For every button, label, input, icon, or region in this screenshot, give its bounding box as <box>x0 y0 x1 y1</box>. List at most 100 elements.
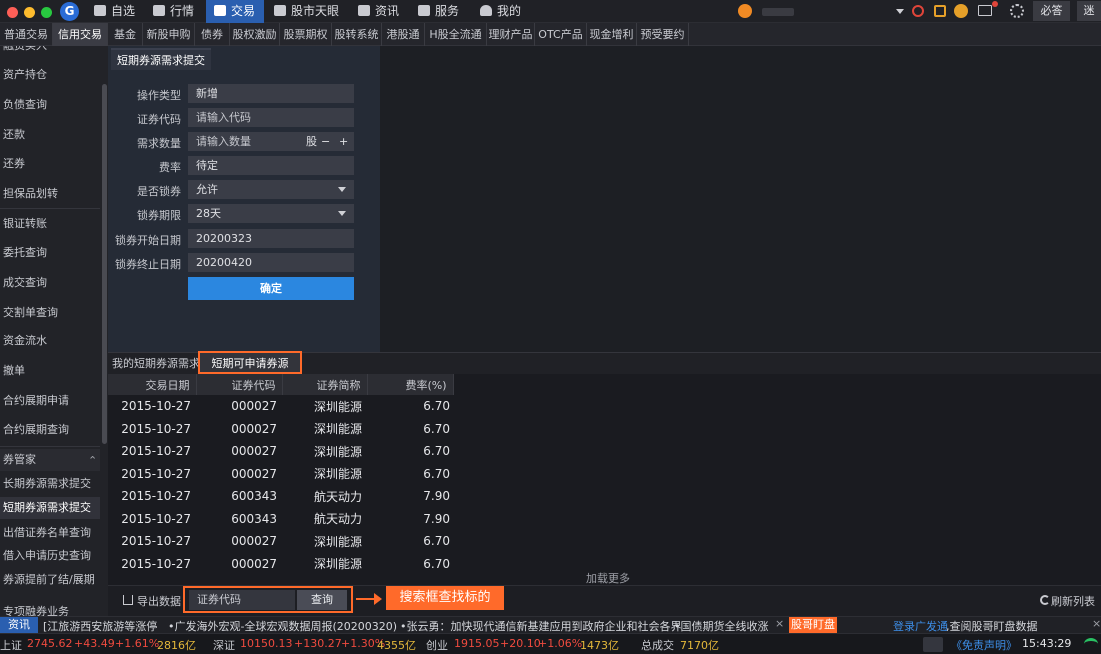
close-icon[interactable]: × <box>1092 617 1101 630</box>
column-header[interactable]: 费率(%) <box>367 374 454 395</box>
field-input-7[interactable]: 20200420 <box>188 253 354 272</box>
refresh-list-button[interactable]: 刷新列表 <box>1051 593 1095 609</box>
gear-icon[interactable] <box>1010 4 1024 18</box>
nav-sky-eye[interactable]: 股市天眼 <box>266 0 346 23</box>
sidebar-item-16[interactable]: 短期券源需求提交 <box>0 497 100 519</box>
table-row[interactable]: 2015-10-27 600343 航天动力 7.90 <box>108 508 453 531</box>
subtab-8[interactable]: 港股通 <box>382 23 425 46</box>
nav-trade[interactable]: 交易 <box>206 0 264 23</box>
account-dropdown-icon[interactable] <box>896 9 904 14</box>
index-value-sz: 10150.13 <box>240 637 293 650</box>
form-title-tab[interactable]: 短期券源需求提交 <box>111 48 211 70</box>
subtab-12[interactable]: 现金增利 <box>587 23 637 46</box>
sidebar-item-1[interactable]: 资产持仓 <box>0 64 100 86</box>
sidebar-item-4[interactable]: 还券 <box>0 153 100 175</box>
table-row[interactable]: 2015-10-27 600343 航天动力 7.90 <box>108 485 453 508</box>
sidebar-item-9[interactable]: 交割单查询 <box>0 302 100 324</box>
tab-available-sources[interactable]: 短期可申请券源 <box>198 351 302 374</box>
mail-icon[interactable] <box>978 5 992 16</box>
subtab-10[interactable]: 理财产品 <box>487 23 535 46</box>
column-header[interactable]: 交易日期 <box>108 374 197 395</box>
field-input-0[interactable]: 新增 <box>188 84 354 103</box>
sidebar-item-14[interactable]: 券管家 <box>0 449 100 471</box>
field-input-2[interactable]: 请输入数量 股 − + <box>188 132 354 151</box>
subtab-1[interactable]: 信用交易 <box>53 23 108 46</box>
coin-icon[interactable] <box>954 4 968 18</box>
sidebar-item-7[interactable]: 委托查询 <box>0 242 100 264</box>
chevron-up-icon[interactable]: ⌃ <box>88 454 97 467</box>
chevron-down-icon[interactable] <box>338 211 346 216</box>
confirm-button[interactable]: 确定 <box>188 277 354 300</box>
close-window-dot[interactable] <box>7 7 18 18</box>
mini-mode-button[interactable]: 迷 <box>1077 1 1101 21</box>
column-header[interactable]: 证券代码 <box>196 374 283 395</box>
sidebar-item-18[interactable]: 借入申请历史查询 <box>0 545 100 567</box>
sidebar-item-6[interactable]: 银证转账 <box>0 213 100 235</box>
table-row[interactable]: 2015-10-27 000027 深圳能源 6.70 <box>108 530 453 553</box>
subtab-13[interactable]: 预受要约 <box>637 23 689 46</box>
sidebar-item-0[interactable]: 融资买入 <box>0 46 100 57</box>
subtab-7[interactable]: 股转系统 <box>332 23 382 46</box>
sidebar-item-3[interactable]: 还款 <box>0 124 100 146</box>
nav-services[interactable]: 服务 <box>410 0 468 23</box>
sidebar-item-12[interactable]: 合约展期申请 <box>0 390 100 412</box>
subtab-3[interactable]: 新股申购 <box>143 23 195 46</box>
subtab-9[interactable]: H股全流通 <box>425 23 487 46</box>
ticker-item[interactable]: •国债期货全线收涨 <box>674 618 770 634</box>
stock-watch-badge[interactable]: 股哥盯盘 <box>789 617 837 633</box>
sidebar-item-15[interactable]: 长期券源需求提交 <box>0 473 100 495</box>
sidebar-item-19[interactable]: 券源提前了结/展期 <box>0 569 100 591</box>
ticker-item[interactable]: [江旅游西安旅游等涨停 <box>43 618 157 634</box>
lock-icon[interactable] <box>934 5 946 17</box>
sidebar-item-20[interactable]: 专项融券业务 <box>0 601 100 616</box>
field-input-3[interactable]: 待定 <box>188 156 354 175</box>
security-code-search-input[interactable]: 证券代码 <box>189 590 295 610</box>
nav-news[interactable]: 资讯 <box>350 0 408 23</box>
must-answer-button[interactable]: 必答 <box>1033 1 1070 21</box>
search-icon[interactable] <box>923 637 943 652</box>
subtab-11[interactable]: OTC产品 <box>535 23 587 46</box>
subtab-0[interactable]: 普通交易 <box>0 23 53 46</box>
sidebar-item-13[interactable]: 合约展期查询 <box>0 419 100 441</box>
subtab-4[interactable]: 债券 <box>195 23 230 46</box>
ticker-item[interactable]: •广发海外宏观-全球宏观数据周报(20200320) <box>168 618 397 634</box>
sidebar-item-2[interactable]: 负债查询 <box>0 94 100 116</box>
user-avatar[interactable] <box>738 4 752 18</box>
nav-mine[interactable]: 我的 <box>472 0 530 23</box>
field-input-6[interactable]: 20200323 <box>188 229 354 248</box>
table-row[interactable]: 2015-10-27 000027 深圳能源 6.70 <box>108 395 453 418</box>
sidebar-item-5[interactable]: 担保品划转 <box>0 183 100 205</box>
sidebar-item-17[interactable]: 出借证券名单查询 <box>0 522 100 544</box>
export-button[interactable]: 导出数据 <box>137 593 181 609</box>
minimize-window-dot[interactable] <box>24 7 35 18</box>
disclaimer-link[interactable]: 《免责声明》 <box>951 637 1017 653</box>
sidebar-item-8[interactable]: 成交查询 <box>0 272 100 294</box>
nav-market[interactable]: 行情 <box>145 0 203 23</box>
subtab-6[interactable]: 股票期权 <box>280 23 332 46</box>
table-row[interactable]: 2015-10-27 000027 深圳能源 6.70 <box>108 463 453 486</box>
load-more-link[interactable]: 加载更多 <box>586 570 630 586</box>
subtab-2[interactable]: 基金 <box>108 23 143 46</box>
ticker-item[interactable]: •张云勇：加快现代通信新基建应用到政府企业和社会各界 <box>400 618 682 634</box>
query-button[interactable]: 查询 <box>297 590 347 610</box>
field-input-4[interactable]: 允许 <box>188 180 354 199</box>
table-row[interactable]: 2015-10-27 000027 深圳能源 6.70 <box>108 418 453 441</box>
close-icon[interactable]: × <box>775 617 784 630</box>
sidebar-item-10[interactable]: 资金流水 <box>0 330 100 352</box>
nav-watchlist[interactable]: 自选 <box>86 0 142 23</box>
zoom-window-dot[interactable] <box>41 7 52 18</box>
sidebar-item-11[interactable]: 撤单 <box>0 360 100 382</box>
plus-button[interactable]: + <box>339 132 348 151</box>
table-row[interactable]: 2015-10-27 000027 深圳能源 6.70 <box>108 553 453 576</box>
field-input-1[interactable]: 请输入代码 <box>188 108 354 127</box>
tab-my-requests[interactable]: 我的短期券源需求 <box>112 353 204 374</box>
table-row[interactable]: 2015-10-27 000027 深圳能源 6.70 <box>108 440 453 463</box>
sidebar-scrollbar[interactable] <box>102 84 107 444</box>
subtab-5[interactable]: 股权激励 <box>230 23 280 46</box>
minus-button[interactable]: − <box>321 132 330 151</box>
column-header[interactable]: 证券简称 <box>282 374 368 395</box>
login-link[interactable]: 登录广发通 <box>893 618 948 634</box>
field-input-5[interactable]: 28天 <box>188 204 354 223</box>
chevron-down-icon[interactable] <box>338 187 346 192</box>
power-icon[interactable] <box>912 5 924 17</box>
